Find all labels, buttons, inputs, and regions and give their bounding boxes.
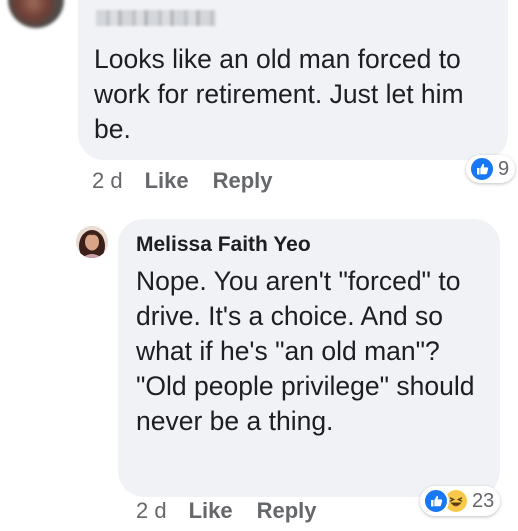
reply-button[interactable]: Reply: [213, 168, 273, 194]
like-icon: [469, 156, 495, 182]
reaction-summary[interactable]: 9: [466, 155, 516, 183]
reply-actions: 2 d Like Reply: [136, 496, 341, 526]
like-button[interactable]: Like: [189, 498, 233, 524]
reply-author-name[interactable]: Melissa Faith Yeo: [136, 233, 311, 257]
reply-button[interactable]: Reply: [257, 498, 317, 524]
reply-text: Nope. You aren't "forced" to drive. It's…: [136, 266, 475, 436]
reaction-count: 23: [472, 489, 495, 512]
timestamp[interactable]: 2 d: [92, 168, 123, 194]
like-button[interactable]: Like: [145, 168, 189, 194]
reaction-count: 9: [498, 157, 510, 180]
comment-author-name-redacted: [96, 10, 216, 26]
comment-text: Looks like an old man forced to work for…: [94, 44, 464, 144]
avatar[interactable]: [76, 226, 108, 258]
avatar[interactable]: [8, 0, 64, 28]
comment-actions: 2 d Like Reply: [92, 166, 297, 196]
like-icon: [423, 488, 449, 514]
timestamp[interactable]: 2 d: [136, 498, 167, 524]
reaction-summary[interactable]: 23: [420, 486, 501, 516]
